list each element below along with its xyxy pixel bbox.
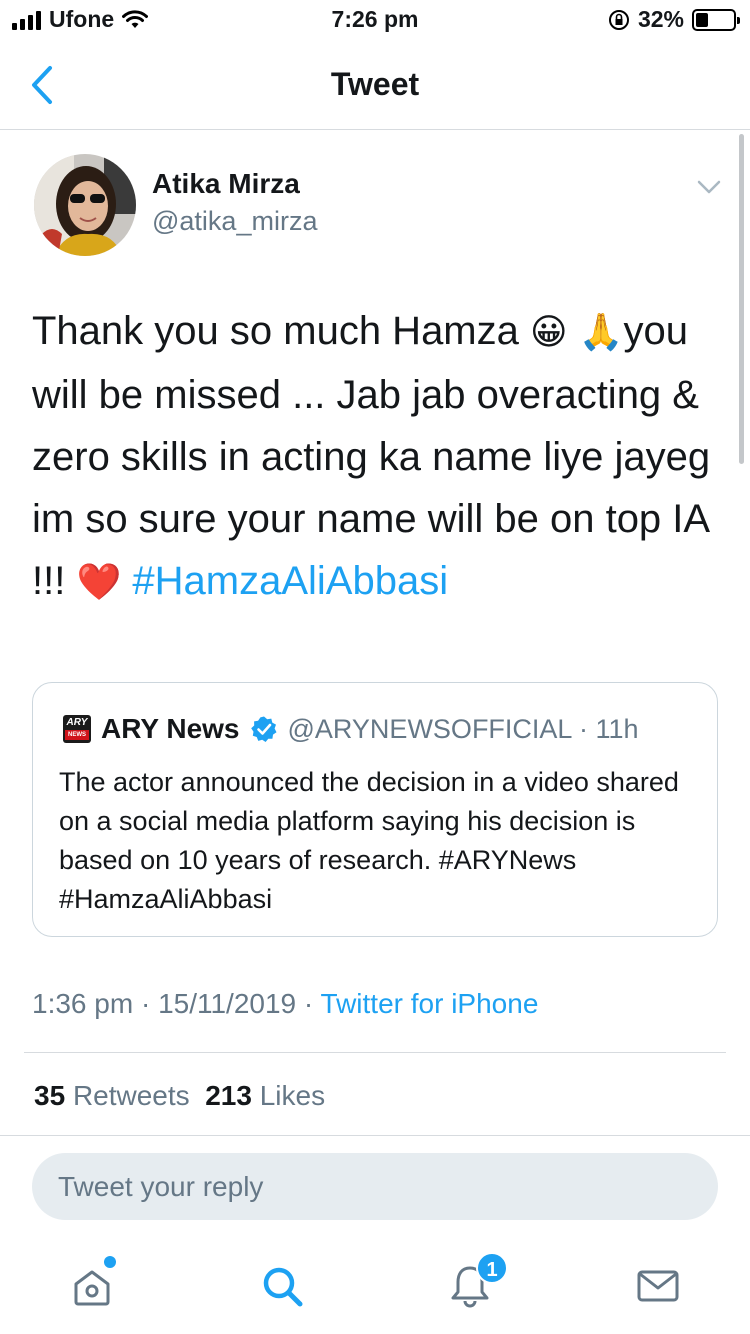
author-handle[interactable]: @atika_mirza bbox=[152, 206, 317, 237]
battery-icon bbox=[692, 8, 740, 31]
battery-percent: 32% bbox=[637, 6, 684, 32]
search-icon bbox=[263, 1267, 303, 1307]
chevron-down-icon[interactable] bbox=[696, 176, 722, 198]
author-name[interactable]: Atika Mirza bbox=[152, 168, 300, 200]
mail-icon bbox=[637, 1270, 679, 1302]
new-content-dot bbox=[104, 1256, 116, 1268]
quoted-author-handle: @ARYNEWSOFFICIAL · 11h bbox=[287, 713, 639, 744]
tweet-meta: 1:36 pm · 15/11/2019 · Twitter for iPhon… bbox=[32, 988, 539, 1019]
folded-hands-emoji: 🙏 bbox=[578, 312, 624, 353]
home-icon bbox=[74, 1270, 110, 1306]
quoted-author-name: ARY News bbox=[101, 713, 240, 744]
status-right: 32% bbox=[608, 6, 740, 33]
tweet-source-link[interactable]: Twitter for iPhone bbox=[321, 988, 539, 1019]
verified-badge-icon bbox=[250, 716, 276, 742]
reply-input[interactable]: Tweet your reply bbox=[32, 1153, 718, 1220]
battery-fill bbox=[696, 12, 708, 27]
tweet-text: Thank you so much Hamza 😀 🙏you will be m… bbox=[32, 300, 732, 614]
tab-home[interactable] bbox=[68, 1262, 116, 1310]
orientation-lock-icon bbox=[608, 9, 629, 30]
tweet-time: 1:36 pm bbox=[32, 988, 134, 1019]
avatar-image bbox=[34, 154, 136, 256]
tweet-stats: 35 Retweets 213 Likes bbox=[34, 1080, 325, 1112]
hashtag-link[interactable]: #HamzaAliAbbasi bbox=[132, 559, 448, 603]
tab-bar: 1 bbox=[0, 1240, 750, 1334]
grinning-face-emoji: 😀 bbox=[530, 312, 568, 353]
divider bbox=[24, 1052, 726, 1053]
tab-messages[interactable] bbox=[634, 1262, 682, 1310]
heart-emoji: ❤️ bbox=[76, 562, 122, 603]
page-title: Tweet bbox=[330, 66, 420, 102]
likes-stat[interactable]: 213 Likes bbox=[205, 1080, 325, 1111]
divider bbox=[0, 1135, 750, 1136]
tab-search[interactable] bbox=[258, 1262, 306, 1310]
retweets-stat[interactable]: 35 Retweets bbox=[34, 1080, 190, 1111]
ary-news-logo: ARY NEWS bbox=[63, 715, 91, 743]
quoted-tweet-text: The actor announced the decision in a vi… bbox=[59, 767, 679, 914]
quoted-tweet-card[interactable]: ARY NEWS ARY News @ARYNEWSOFFICIAL · 11h… bbox=[32, 682, 718, 937]
notification-badge: 1 bbox=[476, 1252, 508, 1284]
tweet-date: 15/11/2019 bbox=[158, 988, 297, 1019]
scrollbar[interactable] bbox=[739, 134, 744, 464]
status-bar: Ufone 7:26 pm 32% bbox=[0, 0, 750, 40]
quoted-tweet-header: ARY NEWS ARY News @ARYNEWSOFFICIAL · 11h bbox=[63, 713, 639, 745]
avatar[interactable] bbox=[34, 154, 136, 256]
reply-placeholder: Tweet your reply bbox=[58, 1170, 264, 1202]
tweet-text-part1: Thank you so much Hamza bbox=[32, 309, 530, 353]
nav-bar: Tweet bbox=[0, 40, 750, 130]
